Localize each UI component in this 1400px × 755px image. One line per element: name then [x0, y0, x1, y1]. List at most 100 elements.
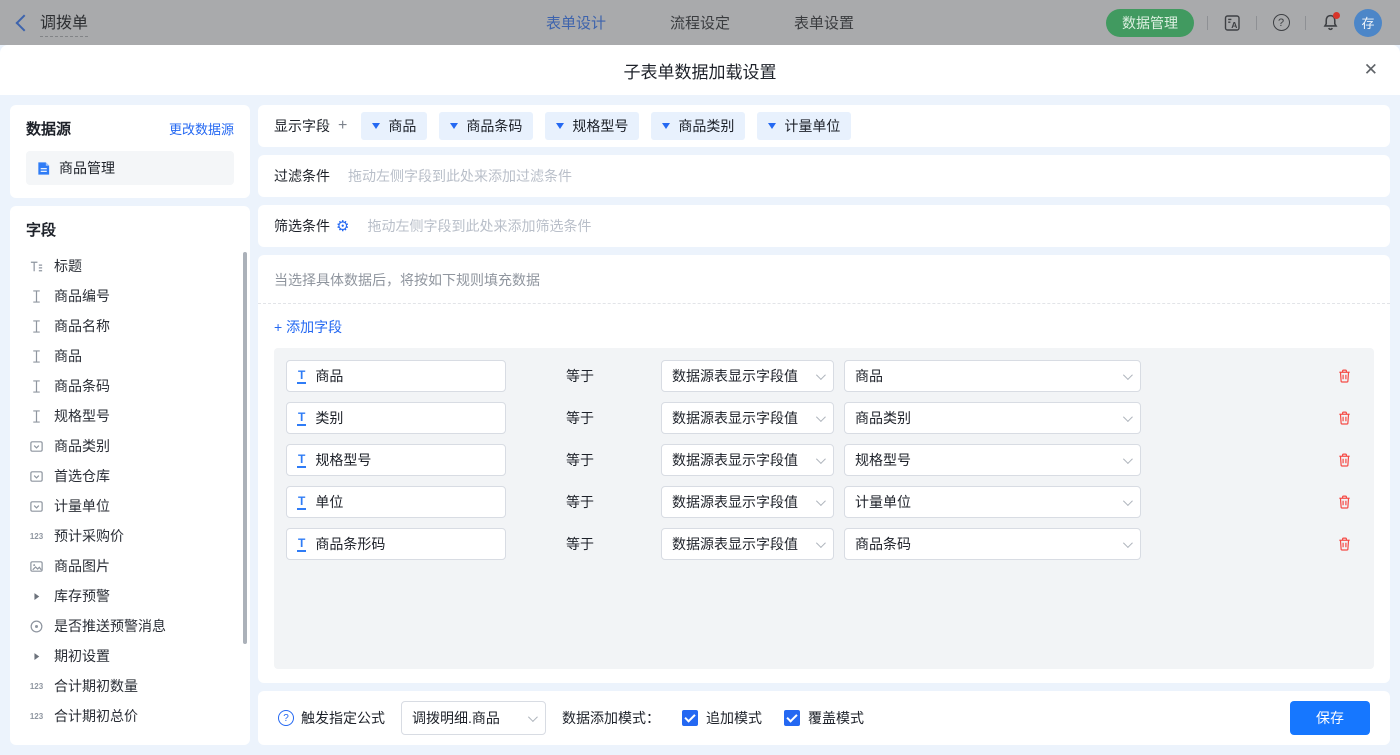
field-item-label: 计量单位: [54, 498, 110, 514]
display-field-tag[interactable]: 规格型号: [545, 112, 640, 140]
delete-rule-icon[interactable]: [1337, 536, 1352, 552]
rule-row: T 商品 等于 数据源表显示字段值 商品: [286, 360, 1362, 392]
address-book-icon[interactable]: A: [1221, 12, 1243, 34]
field-item[interactable]: 商品图片: [26, 551, 234, 581]
form-title[interactable]: 调拨单: [40, 9, 89, 37]
sidebar: 数据源 更改数据源 商品管理 字段 标题 商品编号 商品名称 商品 商品条码 规…: [10, 105, 250, 745]
field-item[interactable]: 规格型号: [26, 401, 234, 431]
back-icon[interactable]: [15, 14, 33, 32]
notification-dot: [1333, 11, 1340, 19]
tag-label: 商品条码: [466, 118, 523, 134]
expand-arrow-icon: [28, 651, 45, 662]
text-field-icon: T: [297, 535, 307, 552]
target-field-input[interactable]: T 规格型号: [286, 444, 506, 476]
help-icon[interactable]: ?: [278, 710, 294, 726]
filter-dropzone[interactable]: 拖动左侧字段到此处来添加过滤条件: [348, 166, 572, 186]
checkbox-checked-icon[interactable]: [682, 710, 698, 726]
tab-form-settings[interactable]: 表单设置: [794, 12, 854, 33]
tab-flow-settings[interactable]: 流程设定: [670, 12, 730, 33]
field-item[interactable]: 计量单位: [26, 491, 234, 521]
source-field-select[interactable]: 商品条码: [844, 528, 1141, 560]
help-icon[interactable]: ?: [1270, 12, 1292, 34]
notification-bell-icon[interactable]: [1319, 11, 1341, 34]
field-item[interactable]: 商品类别: [26, 431, 234, 461]
fields-scrollbar[interactable]: [243, 252, 247, 644]
data-add-mode-label: 数据添加模式：: [562, 710, 660, 726]
target-field-input[interactable]: T 类别: [286, 402, 506, 434]
user-avatar[interactable]: 存: [1354, 8, 1382, 37]
text-field-icon: [28, 349, 45, 364]
gear-icon[interactable]: ⚙: [336, 217, 349, 235]
source-type-select[interactable]: 数据源表显示字段值: [661, 360, 834, 392]
chevron-down-icon: [815, 411, 826, 422]
data-manage-button[interactable]: 数据管理: [1106, 8, 1194, 37]
field-item[interactable]: 商品: [26, 341, 234, 371]
rule-row: T 商品条形码 等于 数据源表显示字段值 商品条码: [286, 528, 1362, 560]
close-icon[interactable]: ✕: [1364, 60, 1378, 80]
delete-rule-icon[interactable]: [1337, 410, 1352, 426]
source-type-select[interactable]: 数据源表显示字段值: [661, 528, 834, 560]
save-button[interactable]: 保存: [1290, 701, 1370, 735]
field-item[interactable]: 商品名称: [26, 311, 234, 341]
chevron-down-icon: [1122, 495, 1133, 506]
field-item[interactable]: 期初设置: [26, 641, 234, 671]
field-item[interactable]: 商品条码: [26, 371, 234, 401]
chevron-down-icon: [527, 711, 538, 722]
source-field-select[interactable]: 计量单位: [844, 486, 1141, 518]
field-item-label: 商品图片: [54, 558, 110, 574]
tab-form-design[interactable]: 表单设计: [546, 12, 606, 33]
source-field-select[interactable]: 商品: [844, 360, 1141, 392]
delete-rule-icon[interactable]: [1337, 368, 1352, 384]
field-item[interactable]: 123 合计期初总价: [26, 701, 234, 731]
tag-label: 计量单位: [784, 118, 841, 134]
trigger-formula-select[interactable]: 调拨明细.商品: [401, 701, 546, 735]
field-item-label: 商品类别: [54, 438, 110, 454]
rule-row: T 规格型号 等于 数据源表显示字段值 规格型号: [286, 444, 1362, 476]
datasource-item-label: 商品管理: [59, 160, 115, 176]
dropdown-triangle-icon: [372, 123, 381, 129]
topbar: 调拨单 表单设计 流程设定 表单设置 数据管理 A ? 存: [0, 0, 1400, 45]
append-mode-option[interactable]: 追加模式: [682, 708, 762, 728]
dropdown-triangle-icon: [768, 123, 777, 129]
datasource-item[interactable]: 商品管理: [26, 151, 234, 185]
delete-rule-icon[interactable]: [1337, 494, 1352, 510]
add-rule-field-link[interactable]: + 添加字段: [258, 304, 358, 348]
overwrite-mode-option[interactable]: 覆盖模式: [784, 708, 864, 728]
source-field-select[interactable]: 规格型号: [844, 444, 1141, 476]
display-field-tag[interactable]: 商品条码: [439, 112, 534, 140]
delete-rule-icon[interactable]: [1337, 452, 1352, 468]
operator-label: 等于: [566, 494, 594, 510]
field-item-label: 规格型号: [54, 408, 110, 424]
add-display-field-button[interactable]: +: [338, 117, 347, 135]
chevron-down-icon: [815, 537, 826, 548]
field-item-label: 预计采购价: [54, 528, 124, 544]
source-field-select[interactable]: 商品类别: [844, 402, 1141, 434]
target-field-input[interactable]: T 单位: [286, 486, 506, 518]
tag-label: 商品: [388, 118, 417, 134]
field-item-label: 商品名称: [54, 318, 110, 334]
field-item[interactable]: 123 合计期初数量: [26, 671, 234, 701]
field-item[interactable]: 首选仓库: [26, 461, 234, 491]
display-field-tag[interactable]: 商品类别: [651, 112, 746, 140]
source-type-select[interactable]: 数据源表显示字段值: [661, 486, 834, 518]
target-field-input[interactable]: T 商品: [286, 360, 506, 392]
field-item[interactable]: 是否推送预警消息: [26, 611, 234, 641]
target-field-input[interactable]: T 商品条形码: [286, 528, 506, 560]
target-field-value: 商品: [315, 368, 344, 384]
select-icon: [28, 499, 45, 514]
display-field-tag[interactable]: 商品: [361, 112, 428, 140]
source-type-select[interactable]: 数据源表显示字段值: [661, 444, 834, 476]
chevron-down-icon: [1122, 537, 1133, 548]
source-type-select[interactable]: 数据源表显示字段值: [661, 402, 834, 434]
field-item[interactable]: 标题: [26, 251, 234, 281]
sift-dropzone[interactable]: 拖动左侧字段到此处来添加筛选条件: [367, 216, 591, 236]
checkbox-checked-icon[interactable]: [784, 710, 800, 726]
chevron-down-icon: [815, 495, 826, 506]
display-field-tag[interactable]: 计量单位: [757, 112, 852, 140]
field-item[interactable]: 库存预警: [26, 581, 234, 611]
field-item[interactable]: 商品编号: [26, 281, 234, 311]
text-field-icon: [28, 379, 45, 394]
change-datasource-link[interactable]: 更改数据源: [169, 119, 234, 138]
field-item-label: 期初设置: [54, 648, 110, 664]
field-item[interactable]: 123 预计采购价: [26, 521, 234, 551]
